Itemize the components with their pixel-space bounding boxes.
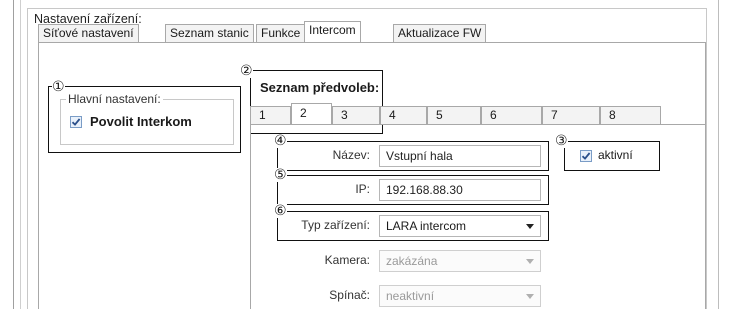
device-type-label: Typ zařízení:	[301, 218, 370, 232]
name-input[interactable]: Vstupní hala	[379, 145, 541, 167]
camera-value: zakázána	[386, 254, 438, 268]
ip-label: IP:	[355, 182, 370, 196]
preset-tab-1[interactable]: 1	[250, 106, 291, 124]
tab-functions[interactable]: Funkce	[256, 24, 306, 42]
tab-label: Intercom	[309, 23, 356, 37]
enable-intercom-checkbox[interactable]	[70, 116, 82, 128]
preset-tab-baseline	[250, 124, 706, 125]
preset-tab-label: 6	[490, 108, 497, 122]
active-label: aktivní	[598, 148, 633, 162]
preset-tab-label: 2	[300, 106, 307, 120]
preset-tab-label: 1	[259, 108, 266, 122]
tab-intercom[interactable]: Intercom	[304, 21, 361, 42]
window-inner-edge	[20, 0, 21, 309]
window-right-edge	[718, 0, 719, 309]
chevron-down-icon	[526, 259, 534, 264]
chevron-down-icon	[526, 294, 534, 299]
preset-tab-2[interactable]: 2	[291, 103, 332, 124]
callout-number-1: ①	[52, 79, 65, 95]
preset-panel-left-border	[250, 124, 251, 309]
tab-page-left-border	[38, 42, 39, 309]
tab-firmware-update[interactable]: Aktualizace FW	[393, 24, 487, 42]
preset-tab-label: 3	[341, 108, 348, 122]
preset-tab-4[interactable]: 4	[380, 106, 427, 124]
callout-number-3: ③	[555, 133, 568, 149]
enable-intercom-label: Povolit Interkom	[90, 114, 192, 129]
callout-number-5: ⑤	[274, 167, 287, 183]
preset-list-title: Seznam předvoleb:	[260, 80, 380, 95]
preset-tab-3[interactable]: 3	[332, 106, 380, 124]
camera-select[interactable]: zakázána	[379, 250, 541, 272]
preset-tab-7[interactable]: 7	[542, 106, 600, 124]
main-settings-title: Hlavní nastavení:	[66, 92, 163, 106]
callout-number-4: ④	[274, 133, 287, 149]
switch-value: neaktivní	[386, 289, 435, 303]
switch-select[interactable]: neaktivní	[379, 285, 541, 307]
preset-tab-5[interactable]: 5	[427, 106, 481, 124]
preset-tab-8[interactable]: 8	[600, 106, 661, 124]
switch-label: Spínač:	[329, 288, 370, 302]
preset-tab-label: 5	[436, 108, 443, 122]
tab-label: Síťové nastavení	[43, 26, 134, 40]
tab-station-list[interactable]: Seznam stanic	[165, 24, 254, 42]
preset-tab-label: 4	[389, 108, 396, 122]
tab-label: Aktualizace FW	[398, 26, 482, 40]
active-checkbox[interactable]	[580, 150, 592, 162]
callout-number-2: ②	[240, 63, 253, 79]
ip-input[interactable]: 192.168.88.30	[379, 179, 541, 201]
camera-label: Kamera:	[324, 253, 370, 267]
preset-tab-6[interactable]: 6	[481, 106, 542, 124]
device-type-value: LARA intercom	[386, 219, 467, 233]
checkmark-icon	[581, 152, 591, 160]
callout-number-6: ⑥	[274, 203, 287, 219]
tab-label: Seznam stanic	[170, 26, 249, 40]
tab-label: Funkce	[261, 26, 301, 40]
chevron-down-icon	[526, 224, 534, 229]
name-label: Název:	[332, 148, 370, 162]
tab-network-settings[interactable]: Síťové nastavení	[38, 24, 139, 42]
tab-page-right-border	[705, 42, 706, 309]
device-type-select[interactable]: LARA intercom	[379, 215, 541, 237]
tab-strip-baseline	[38, 42, 706, 43]
checkmark-icon	[71, 118, 81, 126]
preset-tab-label: 7	[551, 108, 558, 122]
preset-tab-label: 8	[609, 108, 616, 122]
window-left-edge	[13, 0, 14, 309]
